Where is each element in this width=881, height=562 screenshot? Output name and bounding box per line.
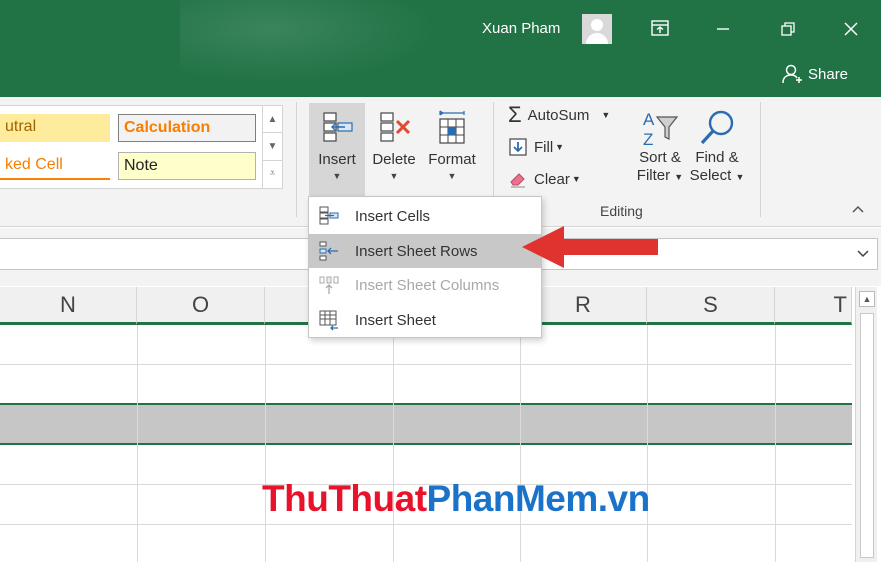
format-button[interactable]: Format ▼ — [424, 103, 480, 199]
gallery-more-button[interactable]: ⩡ — [262, 161, 282, 189]
insert-columns-icon — [319, 276, 339, 294]
insert-dropdown-menu: Insert Cells Insert Sheet Rows Insert Sh… — [308, 196, 542, 338]
ribbon-display-icon — [651, 20, 669, 36]
person-add-icon — [782, 64, 802, 84]
sigma-icon: Σ — [508, 102, 522, 127]
delete-button[interactable]: Delete ▼ — [368, 103, 420, 199]
find-select-label-2: Select ▼ — [689, 167, 745, 184]
autosum-button[interactable]: Σ AutoSum ▼ — [508, 102, 611, 127]
insert-sheet-icon — [319, 310, 338, 331]
format-label: Format — [428, 151, 476, 168]
table-row[interactable] — [0, 525, 852, 562]
column-header-s[interactable]: S — [647, 287, 775, 325]
expand-formula-bar-button[interactable] — [857, 247, 869, 261]
ribbon-separator — [296, 102, 297, 217]
grid-line — [137, 325, 138, 562]
gallery-scroll-up[interactable]: ▲ — [262, 106, 282, 133]
autosum-label: AutoSum — [527, 106, 590, 124]
fill-down-icon — [509, 138, 527, 156]
close-icon — [844, 22, 858, 36]
format-cells-icon — [439, 110, 465, 144]
share-button[interactable]: Share — [782, 64, 848, 84]
watermark: ThuThuatPhanMem.vn — [262, 478, 650, 520]
sort-filter-button[interactable]: A Z Sort & Filter ▼ — [632, 103, 688, 199]
menu-item-insert-sheet[interactable]: Insert Sheet — [309, 303, 541, 337]
share-label: Share — [808, 65, 849, 83]
gallery-scroll-down[interactable]: ▼ — [262, 133, 282, 161]
magnifier-icon — [700, 110, 734, 145]
selected-row[interactable] — [0, 403, 852, 445]
red-arrow-annotation — [522, 226, 658, 268]
scroll-up-button[interactable]: ▲ — [859, 291, 875, 307]
chevron-down-icon: ▼ — [447, 171, 457, 181]
insert-label: Insert — [318, 151, 356, 168]
scroll-thumb[interactable] — [860, 313, 874, 558]
menu-item-insert-sheet-columns: Insert Sheet Columns — [309, 268, 541, 302]
close-button[interactable] — [831, 10, 871, 50]
chevron-down-icon: ▼ — [332, 171, 342, 181]
eraser-icon — [510, 173, 525, 188]
menu-item-label: Insert Sheet — [355, 311, 436, 329]
ribbon-display-options-button[interactable] — [640, 10, 680, 50]
svg-text:Z: Z — [643, 130, 653, 149]
chevron-down-icon — [857, 250, 869, 258]
find-select-button[interactable]: Find & Select ▼ — [688, 103, 746, 199]
title-bar: Xuan Pham Share — [0, 0, 881, 97]
chevron-down-icon: ▼ — [555, 142, 565, 152]
column-header-t[interactable]: T — [775, 287, 852, 325]
fill-label: Fill — [534, 138, 554, 156]
svg-text:A: A — [643, 110, 655, 129]
chevron-down-icon: ▼ — [571, 174, 581, 184]
watermark-part: Thuat — [328, 478, 427, 519]
editing-group-label: Editing — [600, 203, 643, 219]
menu-item-label: Insert Sheet Columns — [355, 276, 500, 294]
avatar[interactable] — [582, 14, 612, 44]
insert-cells-icon — [319, 206, 339, 225]
vertical-scrollbar[interactable]: ▲ — [855, 287, 877, 562]
title-bar-decoration — [180, 0, 480, 97]
style-note[interactable]: Note — [118, 152, 256, 180]
grid-line — [647, 325, 648, 562]
style-calculation[interactable]: Calculation — [118, 114, 256, 142]
insert-cells-icon — [323, 112, 353, 142]
menu-item-insert-sheet-rows[interactable]: Insert Sheet Rows — [309, 234, 541, 268]
sort-filter-icon: A Z — [643, 110, 679, 149]
column-header-o[interactable]: O — [137, 287, 265, 325]
minimize-button[interactable] — [703, 10, 743, 50]
menu-item-label: Insert Cells — [355, 207, 431, 225]
grid-line — [265, 325, 266, 562]
user-name[interactable]: Xuan Pham — [482, 20, 560, 37]
menu-item-label: Insert Sheet Rows — [355, 242, 478, 260]
sort-filter-label-1: Sort & — [639, 149, 681, 166]
collapse-ribbon-button[interactable] — [852, 201, 864, 216]
delete-cells-icon — [380, 112, 411, 142]
chevron-down-icon: ▼ — [601, 110, 611, 120]
restore-button[interactable] — [768, 10, 808, 50]
cell-styles-gallery: utral Calculation ked Cell Note ▲ ▼ ⩡ — [0, 105, 283, 189]
chevron-up-icon — [852, 205, 864, 213]
fill-button[interactable]: Fill ▼ — [508, 137, 564, 157]
chevron-down-icon: ▼ — [389, 171, 399, 181]
delete-label: Delete — [372, 151, 416, 168]
grid-line — [520, 325, 521, 562]
clear-button[interactable]: Clear ▼ — [508, 169, 581, 189]
restore-icon — [781, 22, 795, 36]
watermark-part: Thu — [262, 478, 329, 519]
clear-label: Clear — [534, 170, 570, 188]
sort-filter-label-2: Filter ▼ — [636, 167, 684, 184]
grid-line — [393, 325, 394, 562]
style-neutral[interactable]: utral — [0, 114, 110, 142]
table-row[interactable] — [0, 365, 852, 405]
minimize-icon — [717, 28, 729, 30]
style-linked-cell[interactable]: ked Cell — [0, 152, 110, 180]
grid-line — [775, 325, 776, 562]
column-header-n[interactable]: N — [0, 287, 137, 325]
insert-rows-icon — [319, 241, 338, 261]
find-select-label-1: Find & — [695, 149, 739, 166]
menu-item-insert-cells[interactable]: Insert Cells — [309, 199, 541, 233]
watermark-part: .vn — [597, 478, 650, 519]
ribbon-separator — [760, 102, 761, 217]
insert-button[interactable]: Insert ▼ — [309, 103, 365, 199]
watermark-part: PhanMem — [426, 478, 599, 519]
